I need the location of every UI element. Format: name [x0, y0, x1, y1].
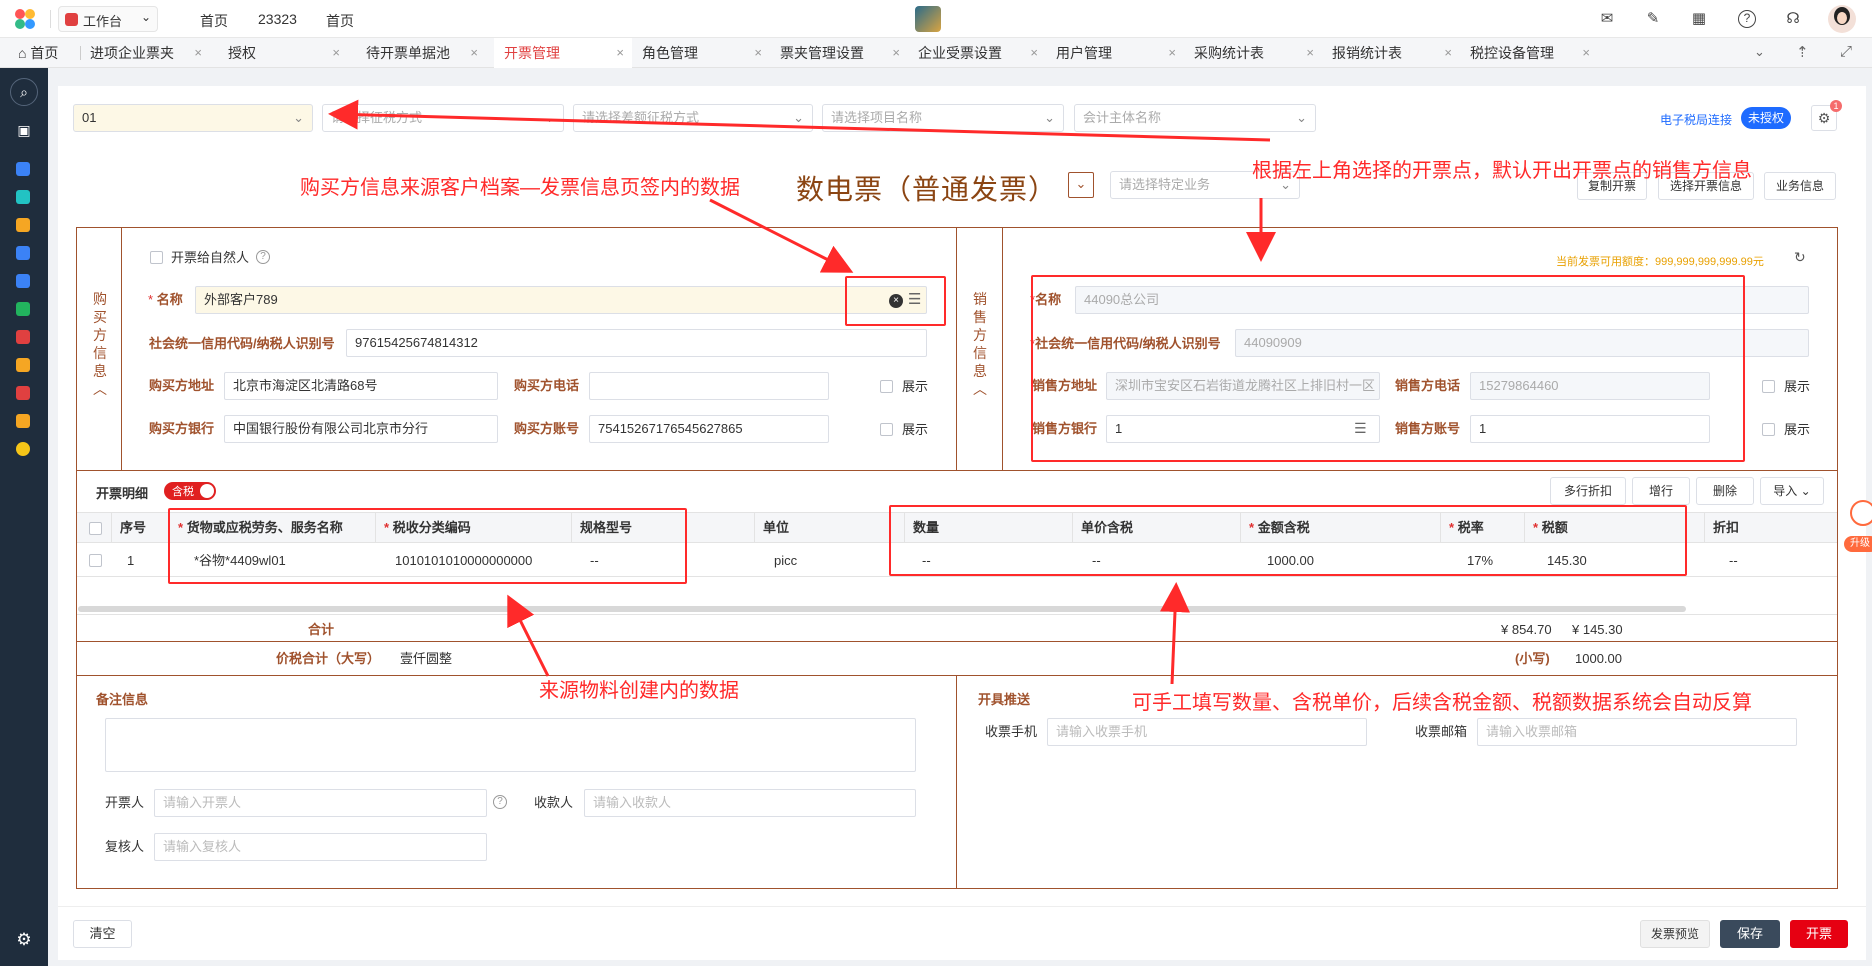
annotation-material-source: 来源物料创建内的数据: [539, 680, 739, 702]
annotation-seller-source: 根据左上角选择的开票点，默认开出开票点的销售方信息: [1252, 160, 1752, 182]
annotation-buyer-source: 购买方信息来源客户档案—发票信息页签内的数据: [300, 177, 740, 199]
annotation-arrows: [328, 99, 1276, 685]
annotation-manual-fill: 可手工填写数量、含税单价，后续含税金额、税额数据系统会自动反算: [1132, 692, 1752, 714]
